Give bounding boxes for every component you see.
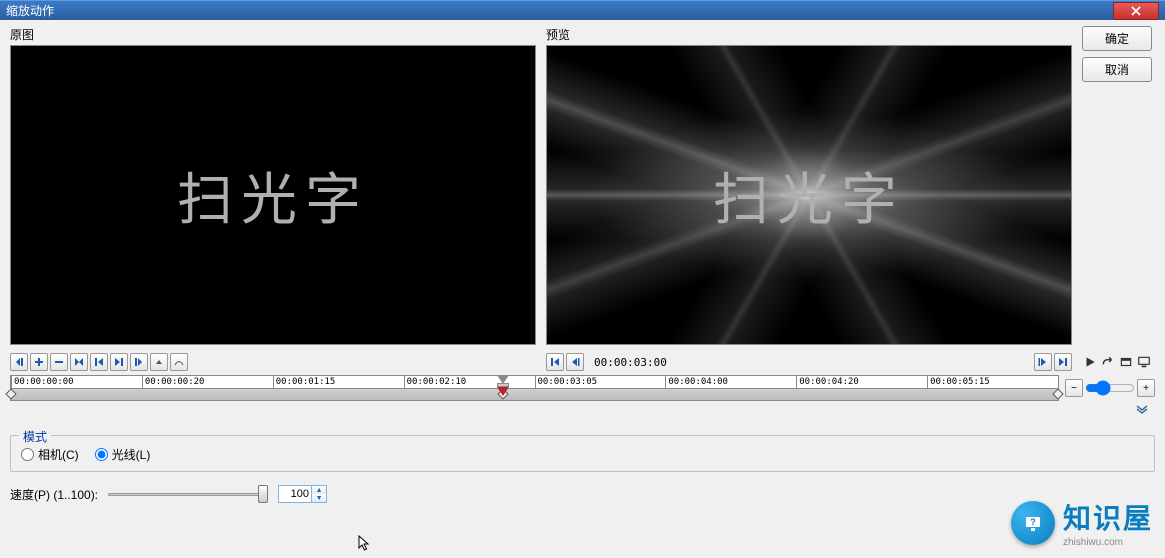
speed-spinner[interactable]: ▲ ▼: [278, 485, 327, 503]
loop-button[interactable]: [1100, 354, 1116, 370]
ruler-tick: 00:00:04:20: [796, 376, 859, 390]
monitor-button[interactable]: [1136, 354, 1152, 370]
go-end-button[interactable]: [1054, 353, 1072, 371]
ruler-tick: 00:00:00:20: [142, 376, 205, 390]
keyframe-reverse-button[interactable]: [70, 353, 88, 371]
watermark-main: 知识屋: [1063, 497, 1153, 537]
keyframe-marker[interactable]: [5, 388, 16, 399]
window-button[interactable]: [1118, 354, 1134, 370]
keyframe-back-button[interactable]: [10, 353, 28, 371]
step-back-button[interactable]: [566, 353, 584, 371]
ruler-tick: 00:00:03:05: [535, 376, 598, 390]
effect-preview: 扫光字: [546, 45, 1072, 345]
zoom-in-button[interactable]: +: [1137, 379, 1155, 397]
go-start-button[interactable]: [546, 353, 564, 371]
side-buttons: 确定 取消: [1082, 26, 1152, 345]
watermark: ? 知识屋 zhishiwu.com: [1011, 497, 1153, 548]
speed-up-button[interactable]: ▲: [312, 486, 326, 494]
mode-camera-radio[interactable]: 相机(C): [21, 446, 79, 463]
zoom-slider[interactable]: [1085, 381, 1135, 395]
keyframe-ease-button[interactable]: [170, 353, 188, 371]
keyframe-marker[interactable]: [1052, 388, 1063, 399]
keyframe-remove-button[interactable]: [50, 353, 68, 371]
original-preview: 扫光字: [10, 45, 536, 345]
preview-label: 预览: [546, 26, 1072, 43]
keyframe-add-button[interactable]: [30, 353, 48, 371]
ruler-tick: 00:00:04:00: [665, 376, 728, 390]
step-forward-button[interactable]: [1034, 353, 1052, 371]
original-label: 原图: [10, 26, 536, 43]
titlebar: 缩放动作: [0, 0, 1165, 20]
close-button[interactable]: [1113, 2, 1159, 20]
keyframe-move-button[interactable]: [150, 353, 168, 371]
ruler-tick: 00:00:05:15: [927, 376, 990, 390]
mode-camera-label: 相机(C): [38, 446, 79, 463]
ok-button[interactable]: 确定: [1082, 26, 1152, 51]
original-content-text: 扫光字: [177, 155, 369, 236]
zoom-out-button[interactable]: −: [1065, 379, 1083, 397]
watermark-sub: zhishiwu.com: [1063, 537, 1123, 548]
preview-column: 预览 扫光字: [546, 26, 1072, 345]
titlebar-text: 缩放动作: [6, 2, 1113, 19]
cancel-button[interactable]: 取消: [1082, 57, 1152, 82]
keyframe-forward-button[interactable]: [130, 353, 148, 371]
mode-light-radio[interactable]: 光线(L): [95, 446, 151, 463]
original-column: 原图 扫光字: [10, 26, 536, 345]
expand-more-icon[interactable]: [1135, 403, 1149, 417]
timeline-track[interactable]: [10, 389, 1059, 401]
playhead[interactable]: [497, 375, 509, 401]
preview-content-text: 扫光字: [713, 155, 905, 236]
mode-legend: 模式: [19, 428, 51, 445]
speed-down-button[interactable]: ▼: [312, 494, 326, 502]
speed-input[interactable]: [278, 485, 312, 503]
playback-time: 00:00:03:00: [594, 356, 667, 369]
ruler-tick: 00:00:02:10: [404, 376, 467, 390]
mode-camera-input[interactable]: [21, 448, 34, 461]
speed-label: 速度(P) (1..100):: [10, 486, 98, 503]
mode-group: 模式 相机(C) 光线(L): [10, 435, 1155, 472]
play-button[interactable]: [1082, 354, 1098, 370]
speed-slider-thumb[interactable]: [258, 485, 268, 503]
ruler-tick: 00:00:01:15: [273, 376, 336, 390]
ruler-tick: 00:00:00:00: [11, 376, 74, 390]
mode-light-label: 光线(L): [112, 446, 151, 463]
svg-text:?: ?: [1030, 517, 1036, 527]
keyframe-prev-button[interactable]: [90, 353, 108, 371]
speed-slider[interactable]: [108, 484, 268, 504]
keyframe-next-inner-button[interactable]: [110, 353, 128, 371]
close-icon: [1130, 6, 1142, 16]
timeline-ruler[interactable]: 00:00:00:00 00:00:00:20 00:00:01:15 00:00:0…: [10, 375, 1059, 389]
mode-light-input[interactable]: [95, 448, 108, 461]
watermark-icon: ?: [1011, 501, 1055, 545]
